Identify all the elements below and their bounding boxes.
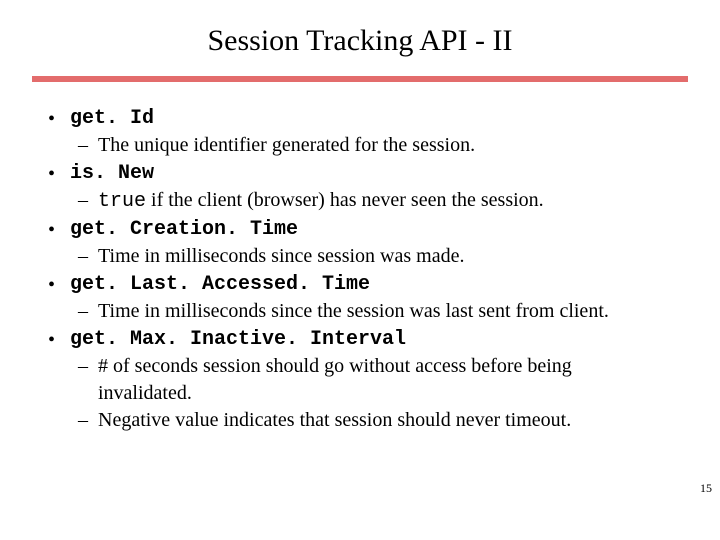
- sub-item-text: The unique identifier generated for the …: [98, 134, 475, 156]
- api-method-name: is. New: [70, 162, 154, 185]
- slide-title: Session Tracking API - II: [0, 24, 720, 58]
- dash-icon: –: [78, 407, 88, 434]
- sub-item: – The unique identifier generated for th…: [42, 132, 662, 159]
- sub-item: – # of seconds session should go without…: [42, 353, 662, 407]
- bullet-item: • get. Max. Inactive. Interval: [42, 325, 662, 353]
- code-inline: true: [98, 190, 146, 213]
- dash-icon: –: [78, 353, 88, 380]
- bullet-dot-icon: •: [48, 272, 55, 299]
- bullet-item: • is. New: [42, 159, 662, 187]
- sub-item-text-tail: if the client (browser) has never seen t…: [146, 189, 544, 211]
- sub-item: – Time in milliseconds since the session…: [42, 298, 662, 325]
- sub-item: – Time in milliseconds since session was…: [42, 243, 662, 270]
- bullet-item: • get. Id: [42, 104, 662, 132]
- dash-icon: –: [78, 298, 88, 325]
- sub-item-text: Negative value indicates that session sh…: [98, 409, 571, 431]
- dash-icon: –: [78, 243, 88, 270]
- bullet-dot-icon: •: [48, 106, 55, 133]
- bullet-dot-icon: •: [48, 327, 55, 354]
- api-method-name: get. Creation. Time: [70, 218, 298, 241]
- sub-item-text: # of seconds session should go without a…: [98, 355, 572, 404]
- sub-item-text: true if the client (browser) has never s…: [98, 189, 544, 211]
- sub-item-text: Time in milliseconds since session was m…: [98, 245, 464, 267]
- dash-icon: –: [78, 132, 88, 159]
- bullet-item: • get. Creation. Time: [42, 215, 662, 243]
- sub-item-text: Time in milliseconds since the session w…: [98, 300, 609, 322]
- bullet-item: • get. Last. Accessed. Time: [42, 270, 662, 298]
- title-rule: [32, 76, 688, 82]
- sub-item: – true if the client (browser) has never…: [42, 187, 662, 215]
- sub-item: – Negative value indicates that session …: [42, 407, 662, 434]
- api-method-name: get. Last. Accessed. Time: [70, 273, 370, 296]
- bullet-dot-icon: •: [48, 217, 55, 244]
- slide: Session Tracking API - II • get. Id – Th…: [0, 0, 720, 540]
- bullet-dot-icon: •: [48, 161, 55, 188]
- api-method-name: get. Max. Inactive. Interval: [70, 328, 406, 351]
- dash-icon: –: [78, 187, 88, 214]
- content-area: • get. Id – The unique identifier genera…: [42, 104, 662, 434]
- page-number: 15: [700, 481, 712, 496]
- api-method-name: get. Id: [70, 107, 154, 130]
